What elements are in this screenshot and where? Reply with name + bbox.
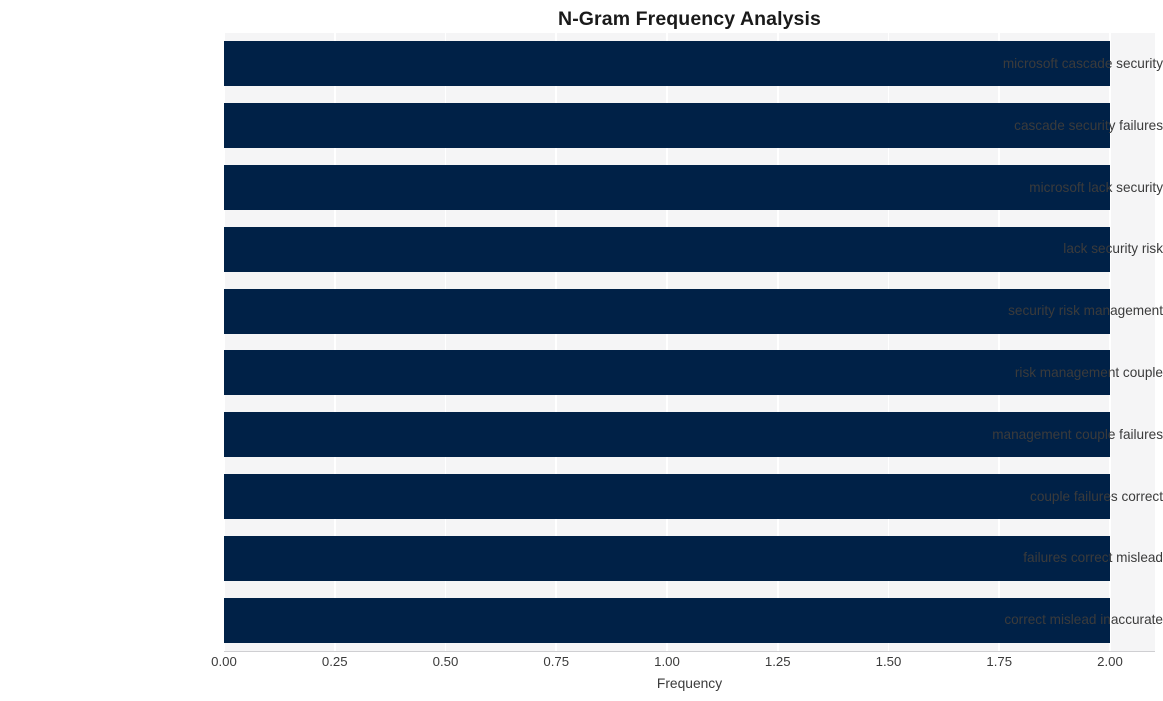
x-tick-label: 0.00 xyxy=(211,654,237,669)
x-tick-label: 1.00 xyxy=(654,654,680,669)
y-tick-label: management couple failures xyxy=(992,426,1163,442)
x-tick-label: 0.25 xyxy=(321,654,348,669)
ngram-frequency-chart: N-Gram Frequency Analysis microsoft casc… xyxy=(0,0,1163,701)
y-tick-label: failures correct mislead xyxy=(1023,550,1163,566)
x-axis-spine xyxy=(224,651,1155,652)
y-tick-label: risk management couple xyxy=(1014,364,1163,380)
y-tick-label: couple failures correct xyxy=(1030,488,1163,504)
x-axis-title: Frequency xyxy=(656,676,723,691)
y-tick-label: correct mislead inaccurate xyxy=(1004,612,1163,628)
y-tick-label: cascade security failures xyxy=(1014,117,1163,133)
x-tick-label: 1.75 xyxy=(986,654,1013,669)
x-tick-label: 0.50 xyxy=(432,654,459,669)
x-tick-label: 1.50 xyxy=(875,654,902,669)
y-tick-label: microsoft cascade security xyxy=(1002,55,1163,71)
y-tick-label: lack security risk xyxy=(1063,241,1163,257)
x-tick-label: 1.25 xyxy=(764,654,791,669)
y-tick-label: security risk management xyxy=(1008,303,1163,319)
y-tick-label: microsoft lack security xyxy=(1029,179,1163,195)
chart-title: N-Gram Frequency Analysis xyxy=(558,8,821,30)
x-tick-label: 2.00 xyxy=(1097,654,1123,669)
x-tick-label: 0.75 xyxy=(543,654,570,669)
